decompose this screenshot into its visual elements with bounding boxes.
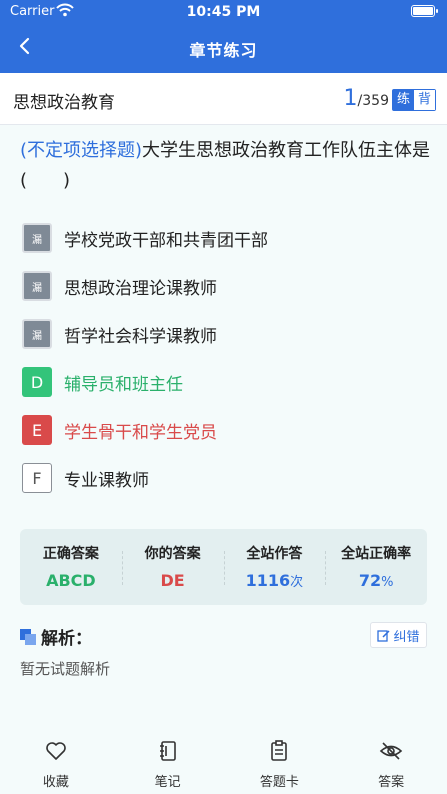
notebook-icon	[159, 741, 176, 761]
site-attempts-stat: 全站作答 1116次	[223, 529, 326, 605]
option-text: 思想政治理论课教师	[64, 278, 217, 299]
correct-answer-value: ABCD	[46, 571, 96, 590]
notes-tab[interactable]: 笔记	[112, 735, 224, 794]
analysis-body: 暂无试题解析	[20, 660, 111, 678]
chapter-bar: 思想政治教育 1/359 练 背	[0, 73, 447, 125]
option-f[interactable]: F 专业课教师	[22, 460, 149, 496]
stat-label: 全站作答	[246, 546, 303, 562]
option-badge: 漏	[22, 319, 52, 349]
analysis-header: 解析：	[20, 624, 92, 649]
site-accuracy-value: 72%	[325, 571, 427, 590]
option-b[interactable]: 漏 思想政治理论课教师	[22, 268, 217, 304]
show-answer-tab[interactable]: 答案	[335, 735, 447, 794]
option-text: 哲学社会科学课教师	[64, 326, 217, 347]
page-title: 章节练习	[189, 41, 258, 60]
edit-icon	[377, 629, 391, 642]
tab-label: 答题卡	[259, 775, 299, 790]
my-answer-value: DE	[160, 571, 185, 590]
attempts-number: 1116	[245, 571, 291, 590]
analysis-icon	[20, 628, 36, 645]
answer-sheet-tab[interactable]: 答题卡	[224, 735, 336, 794]
option-e[interactable]: E 学生骨干和学生党员	[22, 412, 217, 448]
option-d[interactable]: D 辅导员和班主任	[22, 364, 183, 400]
option-a[interactable]: 漏 学校党政干部和共青团干部	[22, 220, 268, 256]
option-text: 专业课教师	[64, 470, 149, 491]
clipboard-icon	[271, 740, 288, 761]
eye-off-icon	[379, 742, 403, 760]
option-text: 学生骨干和学生党员	[64, 422, 217, 443]
tab-label: 答案	[378, 775, 405, 790]
option-badge: F	[22, 463, 52, 493]
practice-mode-button[interactable]: 练	[393, 90, 414, 110]
chapter-name: 思想政治教育	[13, 93, 115, 113]
tab-label: 笔记	[154, 775, 181, 790]
answer-stats-panel: 正确答案 ABCD 你的答案 DE 全站作答 1116次 全站正确率 72%	[20, 529, 427, 605]
option-text: 学校党政干部和共青团干部	[64, 230, 268, 251]
correct-answer-stat: 正确答案 ABCD	[20, 529, 122, 605]
accuracy-unit: %	[381, 575, 394, 590]
question-counter: 1/359	[344, 86, 389, 111]
app-header: Carrier 10:45 PM 章节练习	[0, 0, 447, 73]
favorite-tab[interactable]: 收藏	[0, 735, 112, 794]
option-badge: 漏	[22, 223, 52, 253]
mode-toggle[interactable]: 练 背	[392, 89, 436, 111]
status-time: 10:45 PM	[186, 4, 261, 20]
my-answer-stat: 你的答案 DE	[121, 529, 224, 605]
site-attempts-value: 1116次	[224, 571, 326, 590]
report-error-label: 纠错	[393, 629, 420, 645]
current-index: 1	[343, 86, 358, 111]
analysis-title: 解析：	[41, 629, 92, 649]
stat-label: 全站正确率	[341, 546, 412, 562]
status-bar: Carrier 10:45 PM	[0, 0, 447, 24]
stat-label: 你的答案	[144, 546, 201, 562]
site-accuracy-stat: 全站正确率 72%	[325, 529, 427, 605]
total-count: /359	[357, 93, 389, 109]
option-c[interactable]: 漏 哲学社会科学课教师	[22, 316, 217, 352]
accuracy-number: 72	[358, 571, 382, 590]
heart-icon	[46, 742, 66, 760]
option-badge: 漏	[22, 271, 52, 301]
report-error-button[interactable]: 纠错	[370, 622, 427, 648]
stat-label: 正确答案	[42, 546, 99, 562]
option-text: 辅导员和班主任	[64, 374, 183, 395]
question-type: (不定项选择题)	[20, 140, 143, 161]
battery-icon	[411, 5, 438, 17]
attempts-unit: 次	[290, 575, 304, 590]
option-badge: D	[22, 367, 52, 397]
question-stem: (不定项选择题)大学生思想政治教育工作队伍主体是( )	[20, 136, 432, 196]
option-badge: E	[22, 415, 52, 445]
recite-mode-button[interactable]: 背	[414, 90, 435, 110]
tab-label: 收藏	[42, 775, 69, 790]
bottom-toolbar: 收藏 笔记 答题卡 答案	[0, 735, 447, 794]
